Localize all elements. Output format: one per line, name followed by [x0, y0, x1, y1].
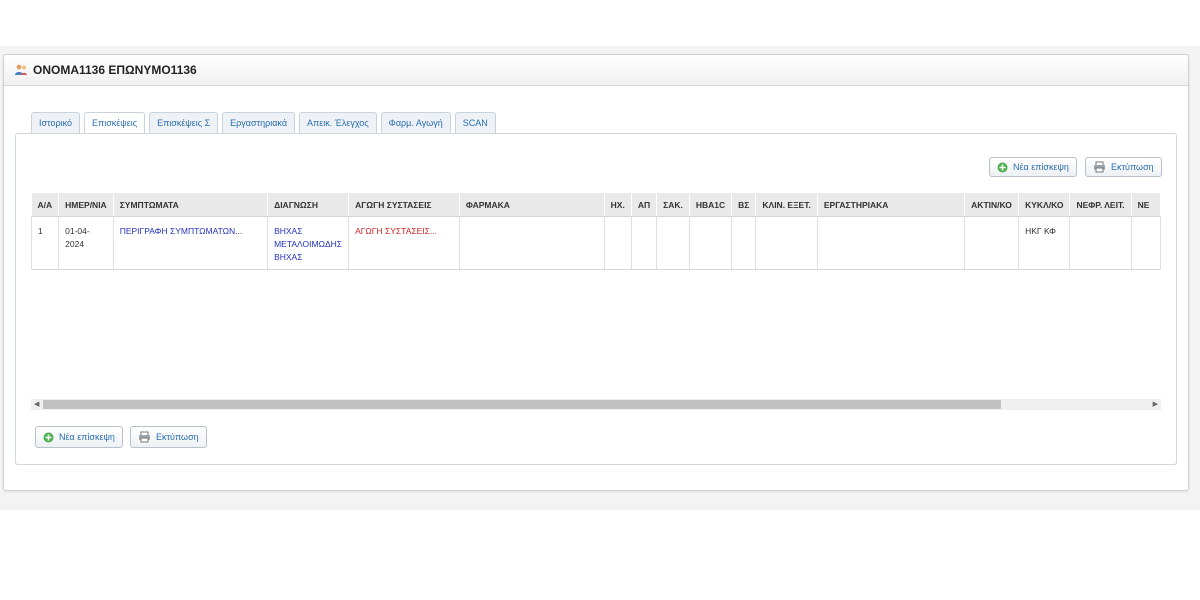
col-header-treatment[interactable]: ΑΓΩΓΗ ΣΥΣΤΑΣΕΙΣ [348, 193, 460, 217]
print-label: Εκτύπωση [156, 432, 199, 442]
col-header-ap[interactable]: ΑΠ [631, 193, 658, 217]
add-icon [997, 162, 1008, 173]
cell-drugs [459, 216, 605, 270]
visits-table: Α/Α ΗΜΕΡ/ΝΙΑ ΣΥΜΠΤΩΜΑΤΑ ΔΙΑΓΝΩΣΗ ΑΓΩΓΗ Σ… [31, 193, 1161, 270]
print-button-bottom[interactable]: Εκτύπωση [130, 426, 207, 448]
cell-kykl: ΗΚΓ ΚΦ [1018, 216, 1071, 270]
tab-visits[interactable]: Επισκέψεις [84, 112, 146, 134]
cell-treatment[interactable]: ΑΓΩΓΗ ΣΥΣΤΑΣΕΙΣ... [348, 216, 460, 270]
scroll-right-icon[interactable]: ▶ [1153, 400, 1158, 408]
cell-nefr [1069, 216, 1132, 270]
col-header-bs[interactable]: ΒΣ [731, 193, 757, 217]
patient-panel: ΟΝΟΜΑ1136 ΕΠΩΝΥΜΟ1136 Ιστορικό Επισκέψει… [3, 54, 1189, 491]
scroll-left-icon[interactable]: ◀ [34, 400, 39, 408]
new-visit-button-bottom[interactable]: Νέα επίσκεψη [35, 426, 123, 448]
tab-bar: Ιστορικό Επισκέψεις Επισκέψεις Σ Εργαστη… [31, 112, 496, 134]
cell-ne [1131, 216, 1161, 270]
cell-diagnosis[interactable]: ΒΗΧΑΣ ΜΕΤΑΛΟΙΜΩΔΗΣ ΒΗΧΑΣ [267, 216, 350, 270]
printer-icon [138, 431, 151, 443]
cell-ap [631, 216, 658, 270]
tab-history[interactable]: Ιστορικό [31, 112, 81, 133]
col-header-aa[interactable]: Α/Α [31, 193, 60, 217]
visits-table-container: Α/Α ΗΜΕΡ/ΝΙΑ ΣΥΜΠΤΩΜΑΤΑ ΔΙΑΓΝΩΣΗ ΑΓΩΓΗ Σ… [31, 193, 1161, 401]
tab-medication[interactable]: Φαρμ. Αγωγή [380, 112, 451, 133]
horizontal-scrollbar[interactable]: ◀ ▶ [31, 399, 1161, 410]
col-header-diagnosis[interactable]: ΔΙΑΓΝΩΣΗ [267, 193, 350, 217]
users-icon [14, 63, 28, 77]
col-header-labs[interactable]: ΕΡΓΑΣΤΗΡΙΑΚΑ [817, 193, 966, 217]
col-header-date[interactable]: ΗΜΕΡ/ΝΙΑ [58, 193, 114, 217]
col-header-ne[interactable]: ΝΕ [1131, 193, 1161, 217]
scroll-thumb[interactable] [43, 400, 1001, 409]
cell-sak [656, 216, 690, 270]
printer-icon [1093, 161, 1106, 173]
cell-aktin [964, 216, 1020, 270]
new-visit-label: Νέα επίσκεψη [59, 432, 115, 442]
col-header-klin[interactable]: ΚΛΙΝ. ΕΞΕΤ. [755, 193, 818, 217]
col-header-hx[interactable]: ΗΧ. [604, 193, 632, 217]
cell-labs [817, 216, 966, 270]
col-header-nefr[interactable]: ΝΕΦΡ. ΛΕΙΤ. [1069, 193, 1132, 217]
cell-hx [604, 216, 632, 270]
col-header-symptoms[interactable]: ΣΥΜΠΤΩΜΑΤΑ [113, 193, 269, 217]
col-header-hba1c[interactable]: HBA1C [689, 193, 733, 217]
col-header-drugs[interactable]: ΦΑΡΜΑΚΑ [459, 193, 605, 217]
table-header-row: Α/Α ΗΜΕΡ/ΝΙΑ ΣΥΜΠΤΩΜΑΤΑ ΔΙΑΓΝΩΣΗ ΑΓΩΓΗ Σ… [31, 193, 1161, 217]
cell-hba1c [689, 216, 733, 270]
col-header-kykl[interactable]: ΚΥΚΛ/ΚΟ [1018, 193, 1071, 217]
add-icon [43, 432, 54, 443]
print-button-top[interactable]: Εκτύπωση [1085, 157, 1162, 177]
tab-labs[interactable]: Εργαστηριακά [222, 112, 296, 133]
print-label: Εκτύπωση [1111, 162, 1154, 172]
tab-scan[interactable]: SCAN [454, 112, 496, 133]
tab-imaging[interactable]: Απεικ. Έλεγχος [299, 112, 377, 133]
patient-name: ΟΝΟΜΑ1136 ΕΠΩΝΥΜΟ1136 [33, 63, 197, 77]
cell-bs [731, 216, 757, 270]
cell-date: 01-04-2024 [58, 216, 114, 270]
col-header-sak[interactable]: ΣΑΚ. [656, 193, 690, 217]
tab-visits-s[interactable]: Επισκέψεις Σ [149, 112, 219, 133]
cell-symptoms[interactable]: ΠΕΡΙΓΡΑΦΗ ΣΥΜΠΤΩΜΑΤΩΝ... [113, 216, 269, 270]
new-visit-label: Νέα επίσκεψη [1013, 162, 1069, 172]
table-row[interactable]: 1 01-04-2024 ΠΕΡΙΓΡΑΦΗ ΣΥΜΠΤΩΜΑΤΩΝ... ΒΗ… [31, 216, 1161, 270]
col-header-aktin[interactable]: ΑΚΤΙΝ/ΚΟ [964, 193, 1020, 217]
visits-content: Νέα επίσκεψη Εκτύπωση Α/Α ΗΜΕΡ/ΝΙΑ ΣΥΜΠΤ… [15, 133, 1177, 465]
cell-klin [755, 216, 818, 270]
new-visit-button-top[interactable]: Νέα επίσκεψη [989, 157, 1077, 177]
panel-header: ΟΝΟΜΑ1136 ΕΠΩΝΥΜΟ1136 [4, 55, 1188, 86]
cell-aa: 1 [31, 216, 60, 270]
